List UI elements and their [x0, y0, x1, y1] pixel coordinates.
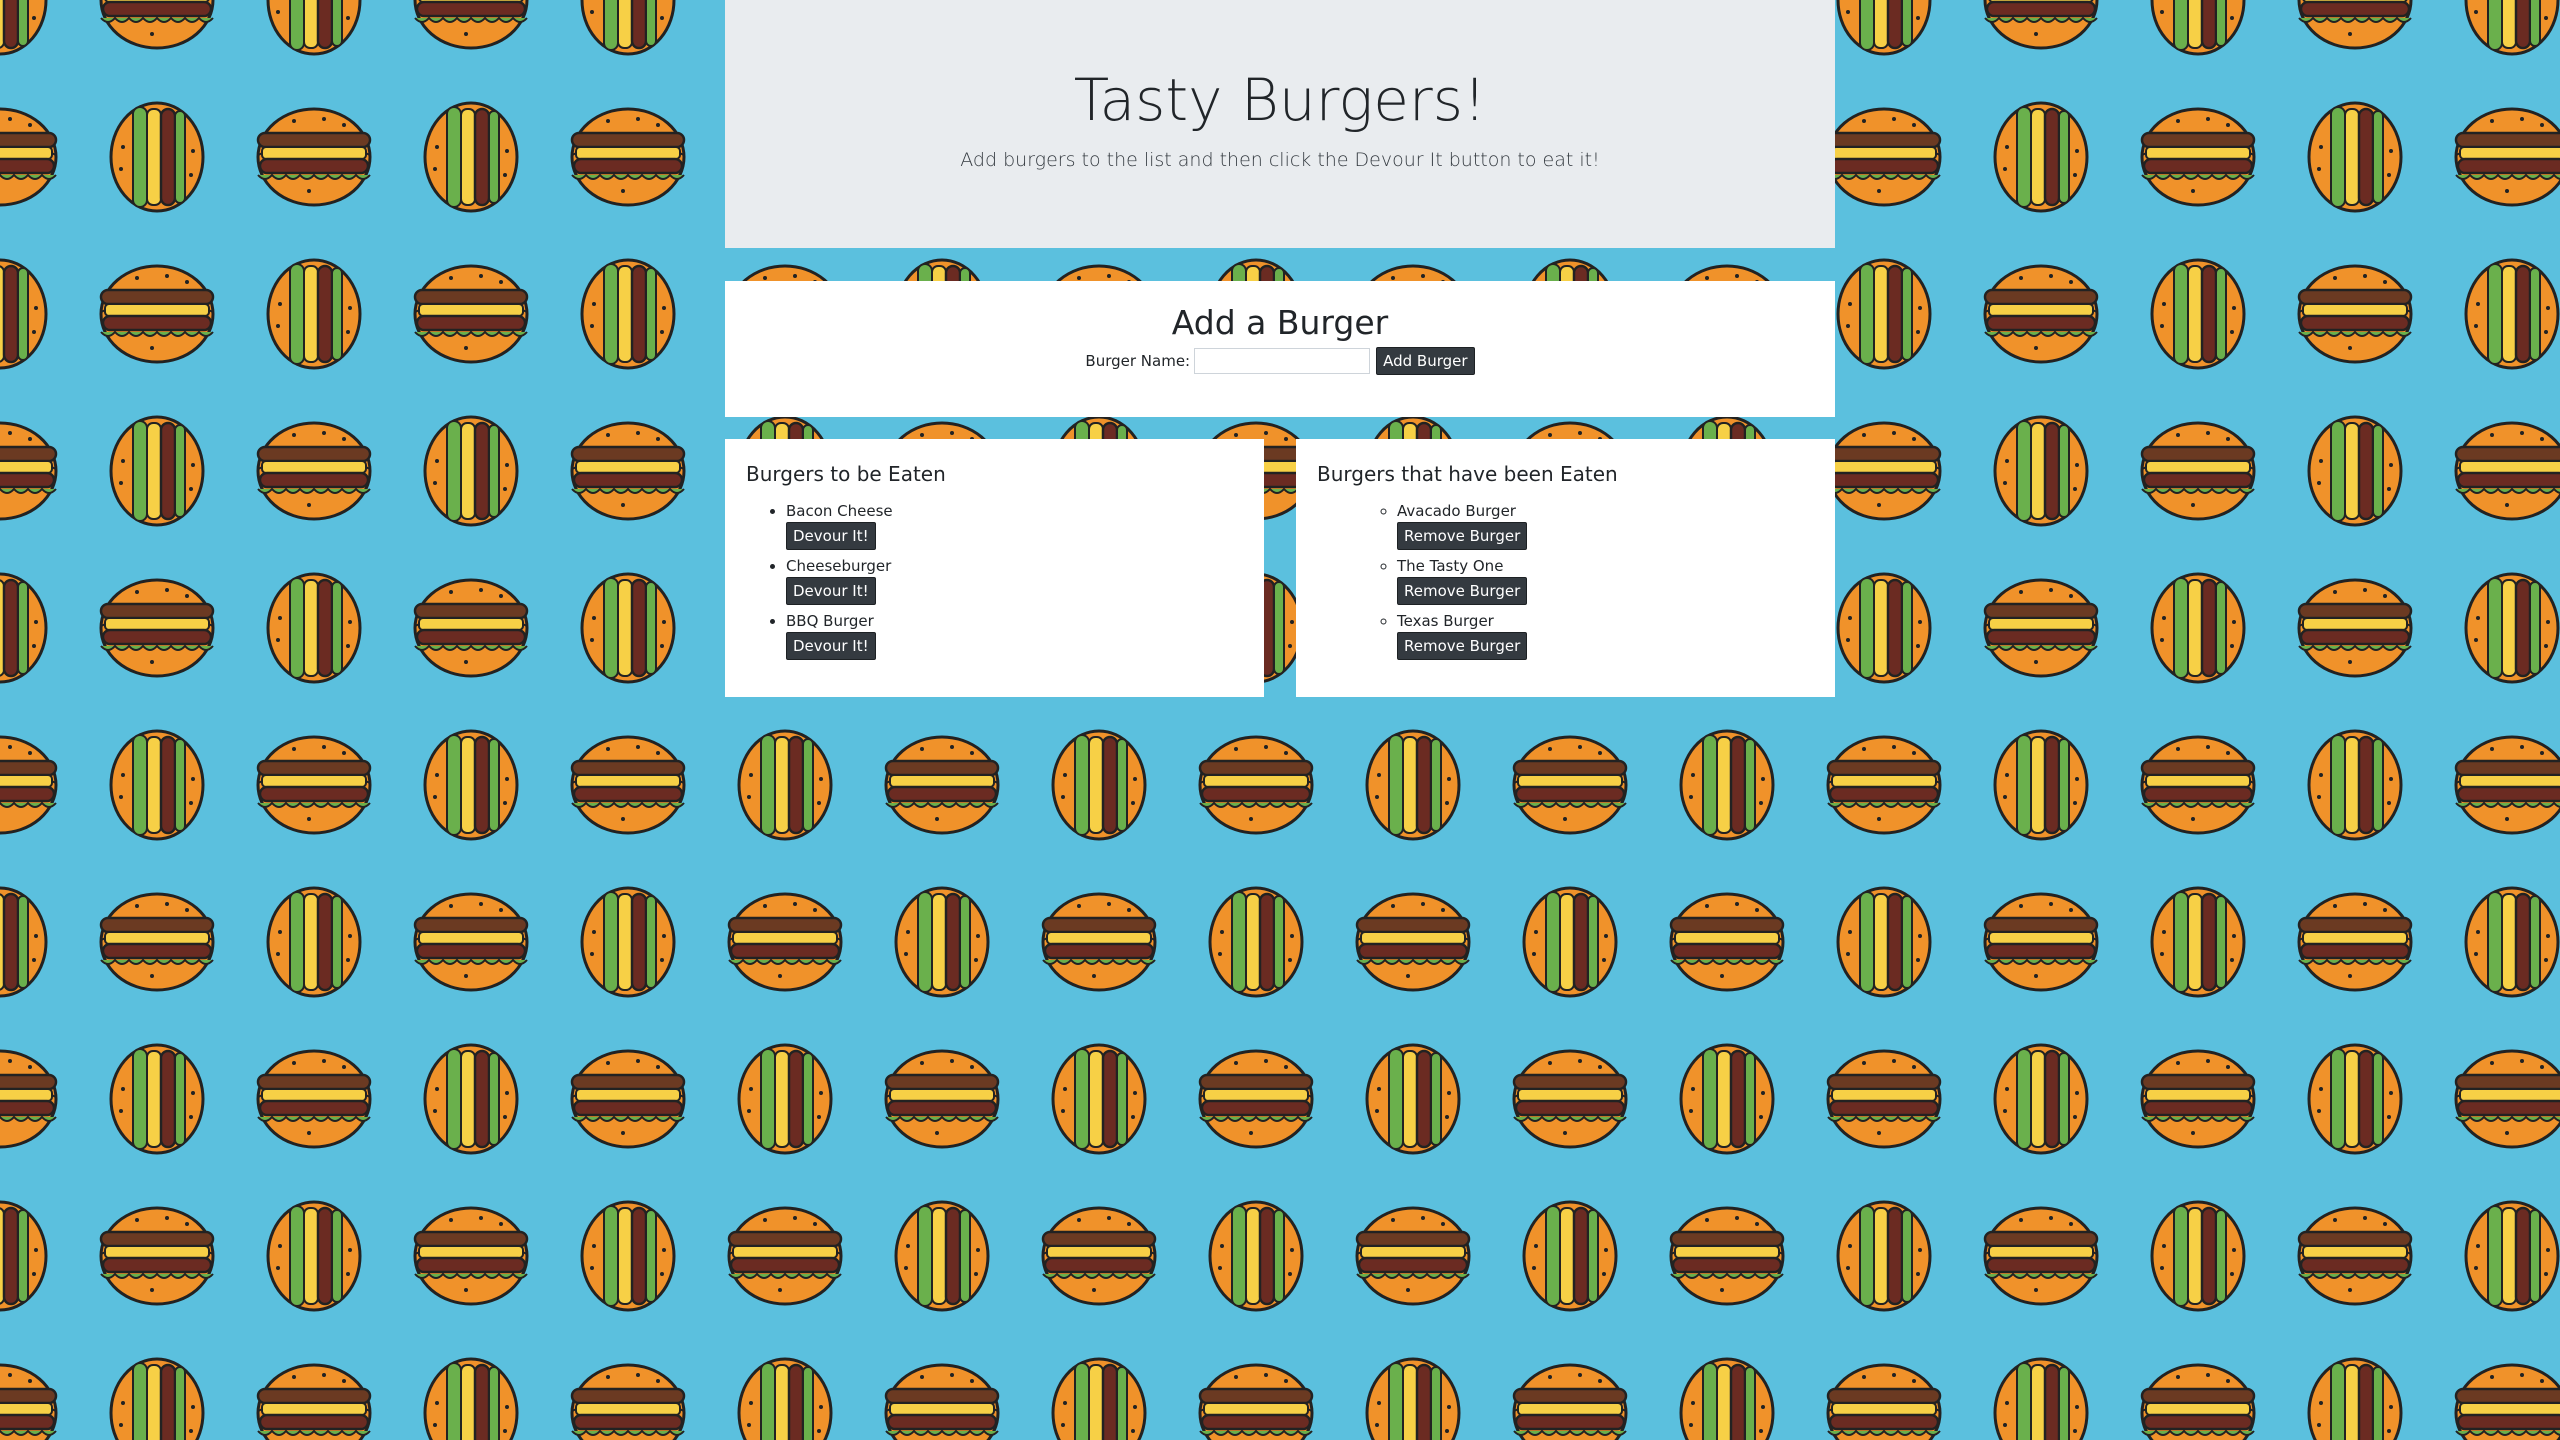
devour-button[interactable]: Devour It!: [786, 577, 876, 605]
remove-burger-button[interactable]: Remove Burger: [1397, 577, 1528, 605]
to-eat-list: Bacon Cheese Devour It! Cheeseburger Dev…: [746, 501, 1243, 666]
add-burger-form: Burger Name: Add Burger: [725, 347, 1835, 375]
to-eat-heading: Burgers to be Eaten: [746, 462, 946, 486]
burger-name: Cheeseburger: [786, 557, 892, 575]
burger-name: Texas Burger: [1397, 612, 1494, 630]
list-item: Texas Burger Remove Burger: [1397, 611, 1814, 666]
burger-name: Bacon Cheese: [786, 502, 893, 520]
list-item: Cheeseburger Devour It!: [786, 556, 1243, 611]
devour-button[interactable]: Devour It!: [786, 632, 876, 660]
eaten-list: Avacado Burger Remove Burger The Tasty O…: [1317, 501, 1814, 666]
add-burger-heading: Add a Burger: [1171, 303, 1389, 342]
add-burger-button[interactable]: Add Burger: [1376, 347, 1475, 375]
burger-name: Avacado Burger: [1397, 502, 1516, 520]
remove-burger-button[interactable]: Remove Burger: [1397, 632, 1528, 660]
main-container: Tasty Burgers! Add burgers to the list a…: [725, 0, 1835, 697]
to-eat-card: Burgers to be Eaten Bacon Cheese Devour …: [725, 439, 1264, 697]
list-item: Bacon Cheese Devour It!: [786, 501, 1243, 556]
remove-burger-button[interactable]: Remove Burger: [1397, 522, 1528, 550]
burger-name: BBQ Burger: [786, 612, 874, 630]
burger-lists: Burgers to be Eaten Bacon Cheese Devour …: [725, 439, 1835, 697]
devour-button[interactable]: Devour It!: [786, 522, 876, 550]
header-jumbotron: Tasty Burgers! Add burgers to the list a…: [725, 0, 1835, 248]
eaten-card: Burgers that have been Eaten Avacado Bur…: [1296, 439, 1835, 697]
list-item: BBQ Burger Devour It!: [786, 611, 1243, 666]
burger-name-input[interactable]: [1194, 348, 1371, 374]
page-title: Tasty Burgers!: [1073, 66, 1487, 134]
list-item: The Tasty One Remove Burger: [1397, 556, 1814, 611]
add-burger-card: Add a Burger Burger Name: Add Burger: [725, 281, 1835, 417]
burger-name-label: Burger Name:: [1085, 352, 1191, 370]
burger-name: The Tasty One: [1397, 557, 1504, 575]
page-subtitle: Add burgers to the list and then click t…: [960, 149, 1600, 171]
list-item: Avacado Burger Remove Burger: [1397, 501, 1814, 556]
eaten-heading: Burgers that have been Eaten: [1317, 462, 1618, 486]
